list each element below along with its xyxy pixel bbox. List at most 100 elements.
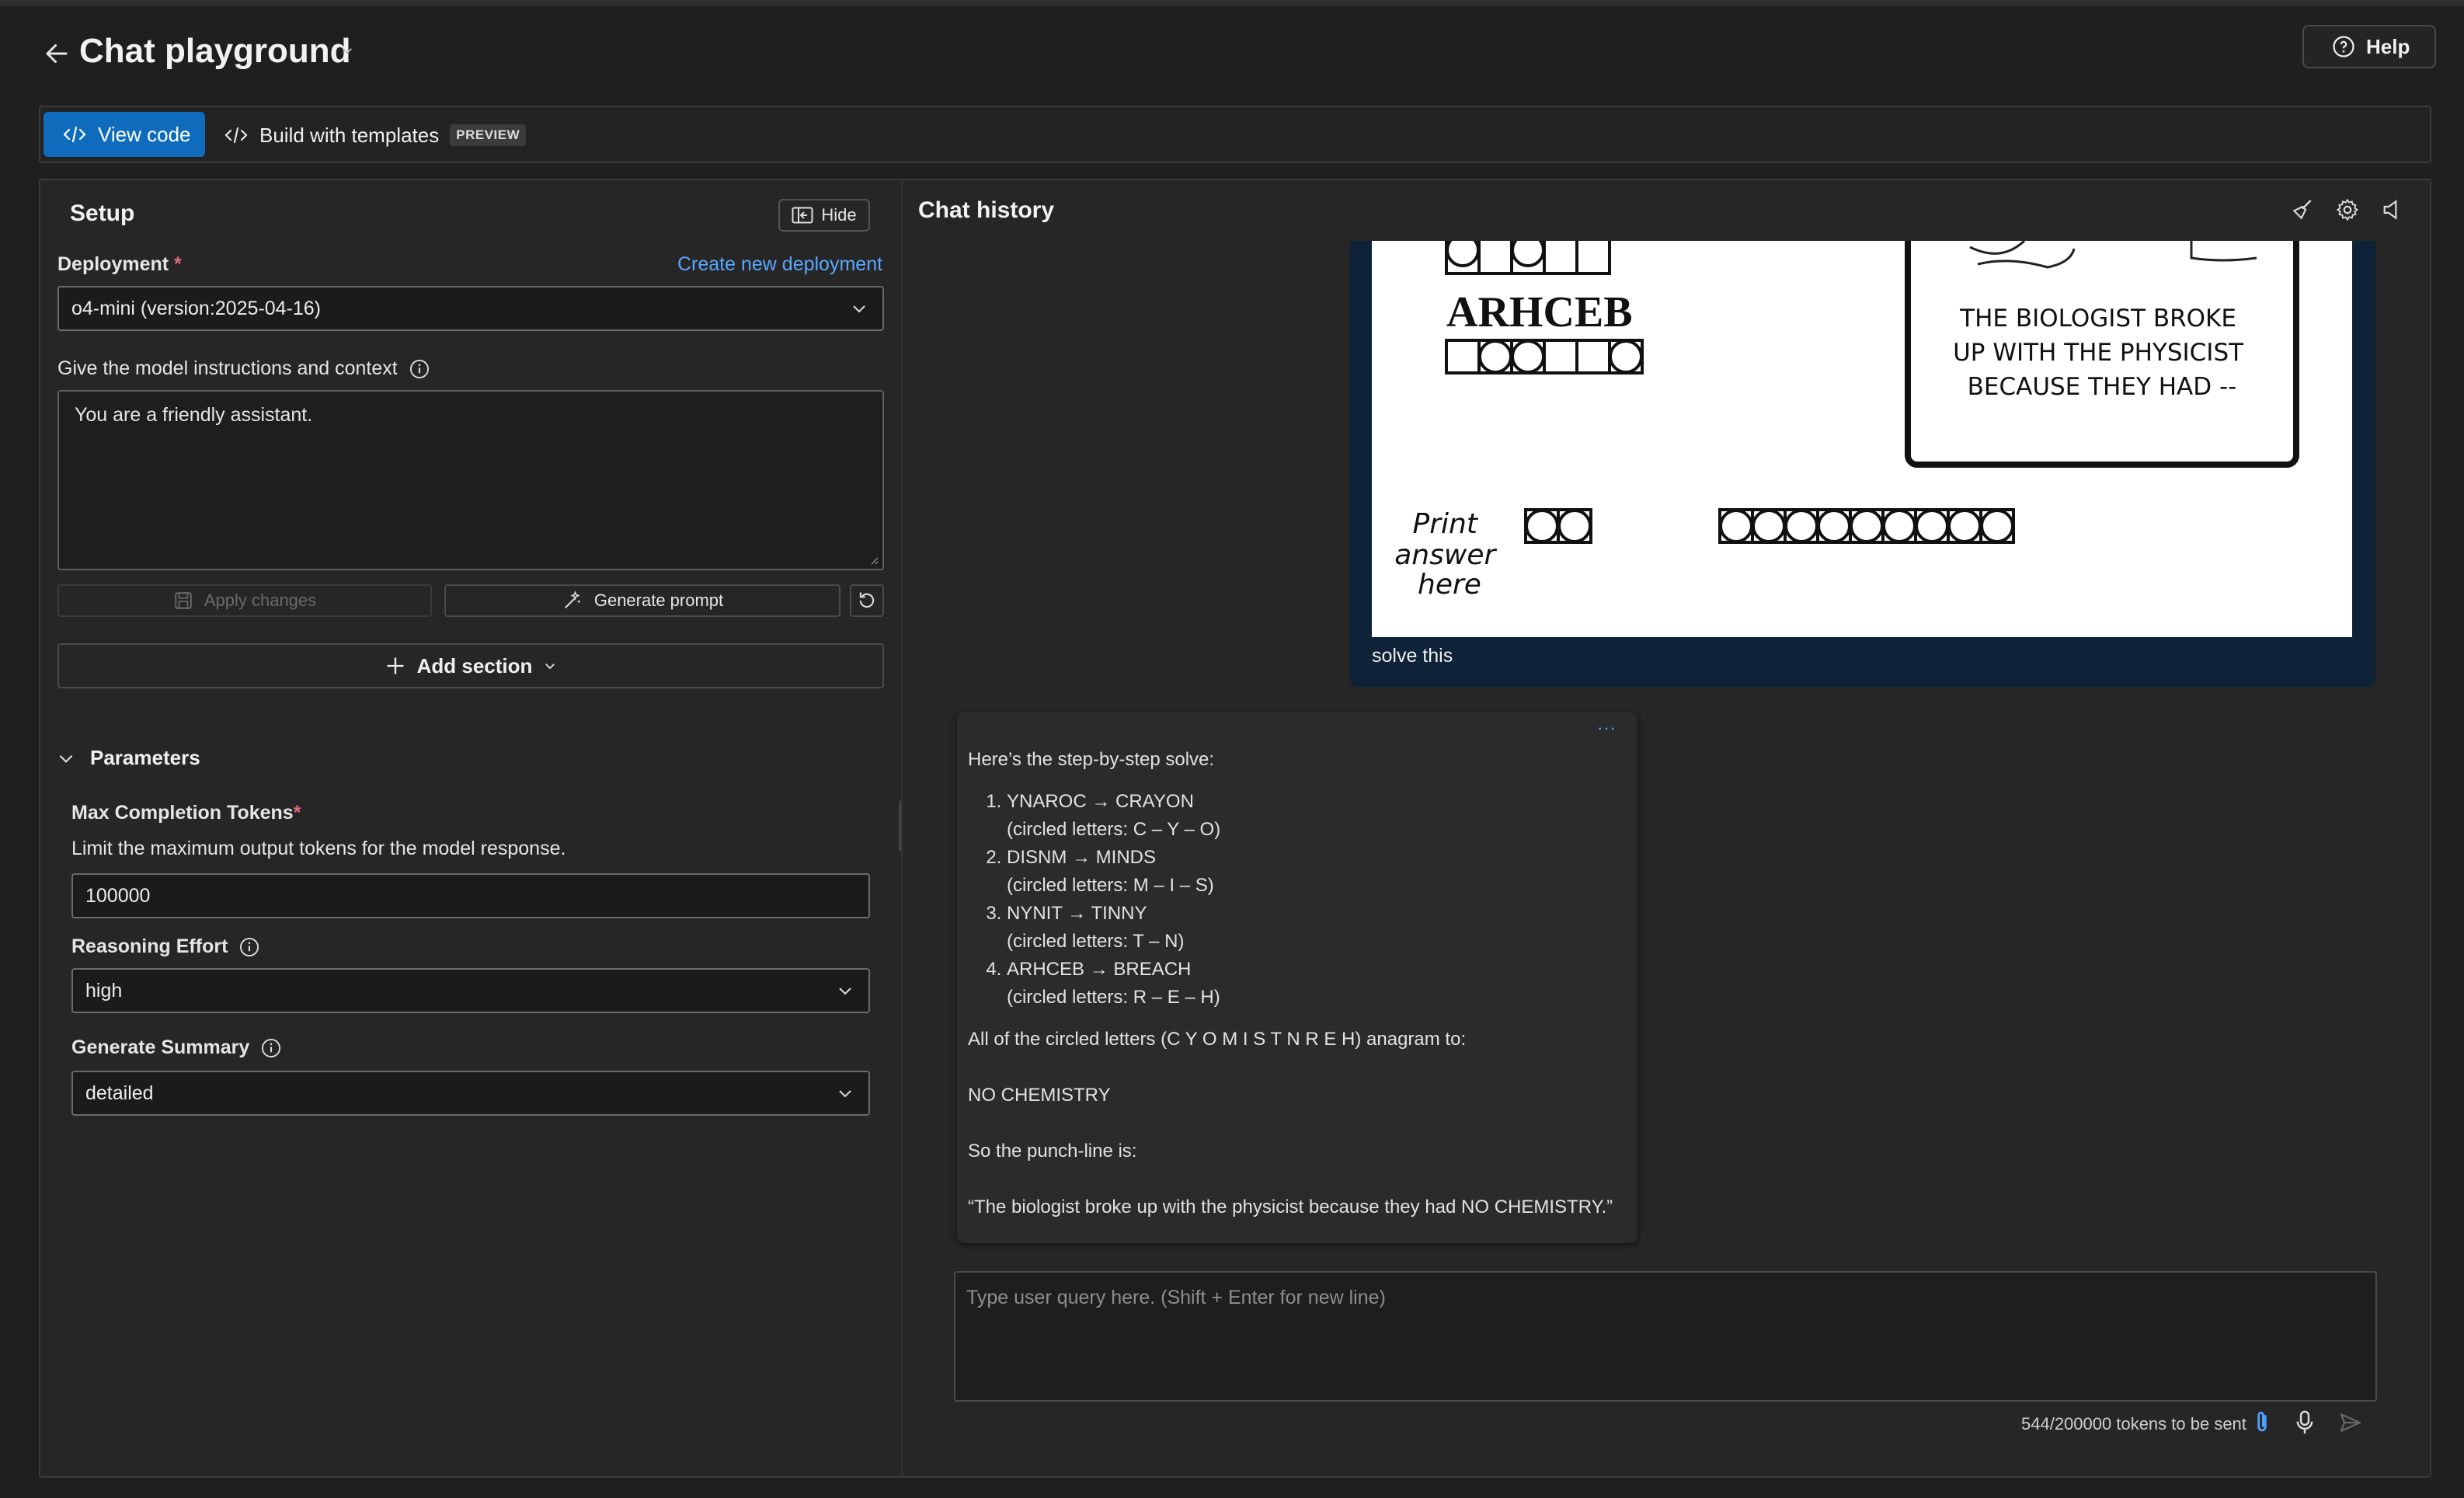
chat-tools (2290, 197, 2403, 222)
assistant-message: Here’s the step-by-step solve: YNAROC → … (957, 712, 1637, 1243)
letter-box (1543, 339, 1578, 374)
summary-label-row: Generate Summary (71, 1036, 282, 1059)
generate-prompt-label: Generate prompt (593, 590, 724, 610)
list-item: NYNIT → TINNY(circled letters: T – N) (1007, 900, 1627, 956)
answer-circle (1980, 509, 2014, 543)
collapse-panel-icon (792, 207, 813, 224)
chevron-down-icon (836, 981, 854, 1000)
answer-circle (1850, 509, 1884, 543)
templates-label: Build with templates (259, 123, 440, 147)
send-icon[interactable] (2338, 1410, 2363, 1435)
hide-button[interactable]: Hide (778, 199, 870, 232)
clear-chat-broom-icon[interactable] (2290, 197, 2315, 222)
answer-circle (1752, 509, 1786, 543)
instructions-label: Give the model instructions and context (57, 357, 398, 379)
help-button[interactable]: Help (2302, 25, 2436, 68)
letter-circle (1478, 340, 1512, 374)
answer-circle (1784, 509, 1818, 543)
question-circle-icon (2332, 35, 2355, 58)
speaker-icon[interactable] (2380, 197, 2403, 222)
answer-line: NO CHEMISTRY (968, 1085, 1111, 1106)
chevron-down-icon (850, 299, 868, 318)
save-icon (173, 590, 193, 611)
user-message-text: solve this (1372, 645, 1453, 667)
token-count: 544/200000 tokens to be sent (2021, 1414, 2246, 1434)
apply-changes-label: Apply changes (204, 590, 317, 610)
letter-box (1575, 339, 1611, 374)
add-section-button[interactable]: Add section (57, 643, 884, 688)
letter-circle (1511, 340, 1545, 374)
letter-circle (1609, 340, 1643, 374)
parameters-toggle[interactable]: Parameters (56, 746, 200, 770)
microphone-icon[interactable] (2295, 1409, 2315, 1436)
message-more-options-icon[interactable]: ··· (1597, 718, 1617, 738)
letter-box (1445, 339, 1481, 374)
info-icon[interactable] (260, 1037, 282, 1059)
send-tools (2253, 1409, 2363, 1436)
list-item: ARHCEB → BREACH(circled letters: R – E –… (1007, 956, 1627, 1012)
summary-value: detailed (85, 1082, 154, 1104)
max-tokens-input[interactable]: 100000 (71, 873, 870, 918)
answer-circle (1719, 509, 1753, 543)
instructions-label-row: Give the model instructions and context (57, 357, 430, 380)
settings-gear-icon[interactable] (2335, 197, 2360, 222)
back-arrow-icon[interactable] (39, 36, 75, 71)
top-border (0, 0, 2464, 6)
generate-summary-select[interactable]: detailed (71, 1071, 870, 1116)
help-label: Help (2366, 34, 2410, 58)
print-answer-label: Print answer here (1394, 508, 1504, 601)
puzzle-scrambled-word: ARHCEB (1446, 288, 1633, 336)
punchline: “The biologist broke up with the physici… (968, 1197, 1613, 1218)
chat-history-title: Chat history (918, 197, 1055, 223)
reasoning-effort-select[interactable]: high (71, 968, 870, 1013)
answer-circle (1525, 509, 1559, 543)
create-deployment-link[interactable]: Create new deployment (677, 253, 882, 276)
preview-badge: PREVIEW (450, 124, 527, 146)
reset-button[interactable] (850, 584, 884, 617)
instructions-value: You are a friendly assistant. (75, 404, 313, 426)
system-message-textarea[interactable]: You are a friendly assistant. (57, 390, 884, 570)
resize-grip-icon[interactable] (867, 553, 879, 566)
user-query-input[interactable]: Type user query here. (Shift + Enter for… (954, 1271, 2377, 1402)
deployment-select[interactable]: o4-mini (version:2025-04-16) (57, 286, 884, 331)
jumble-puzzle-graphic: ARHCEB THE BIOLOGIST BROKE UP WITH THE P… (1394, 241, 2299, 601)
reset-icon (856, 590, 878, 611)
reasoning-label: Reasoning Effort (71, 935, 228, 957)
answer-circle (1915, 509, 1949, 543)
generate-prompt-button[interactable]: Generate prompt (444, 584, 840, 617)
code-icon (62, 124, 87, 145)
chevron-down-icon (836, 1084, 854, 1103)
info-icon[interactable] (238, 936, 260, 958)
chevron-down-icon[interactable] (339, 42, 356, 59)
setup-title: Setup (70, 200, 135, 226)
punchline-intro: So the punch-line is: (968, 1141, 1137, 1162)
view-code-label: View code (98, 122, 191, 146)
reasoning-label-row: Reasoning Effort (71, 935, 260, 958)
apply-changes-button[interactable]: Apply changes (57, 584, 432, 617)
answer-circle (1882, 509, 1916, 543)
answer-circle (1817, 509, 1851, 543)
hide-label: Hide (821, 205, 857, 225)
page-title: Chat playground (79, 32, 351, 70)
assistant-intro: Here’s the step-by-step solve: (968, 749, 1215, 770)
answer-circle (1947, 509, 1982, 543)
build-with-templates-button[interactable]: Build with templates PREVIEW (224, 118, 527, 152)
summary-label: Generate Summary (71, 1036, 250, 1058)
attach-paperclip-icon[interactable] (2253, 1409, 2271, 1436)
puzzle-image: ARHCEB THE BIOLOGIST BROKE UP WITH THE P… (1372, 241, 2352, 637)
list-item: DISNM → MINDS(circled letters: M – I – S… (1007, 844, 1627, 900)
anagram-line: All of the circled letters (C Y O M I S … (968, 1029, 1467, 1050)
answer-circle (1557, 509, 1592, 543)
plus-icon (385, 655, 406, 677)
reasoning-value: high (85, 979, 123, 1002)
info-icon[interactable] (409, 358, 430, 380)
deployment-value: o4-mini (version:2025-04-16) (71, 297, 321, 319)
add-section-label: Add section (416, 653, 533, 678)
max-tokens-label: Max Completion Tokens* (71, 802, 301, 824)
sparkle-wand-icon (562, 590, 583, 611)
deployment-label: Deployment * (57, 253, 182, 275)
parameters-title: Parameters (90, 746, 200, 769)
chevron-down-icon (56, 748, 76, 768)
solve-steps-list: YNAROC → CRAYON(circled letters: C – Y –… (968, 788, 1627, 1012)
view-code-button[interactable]: View code (44, 112, 205, 157)
